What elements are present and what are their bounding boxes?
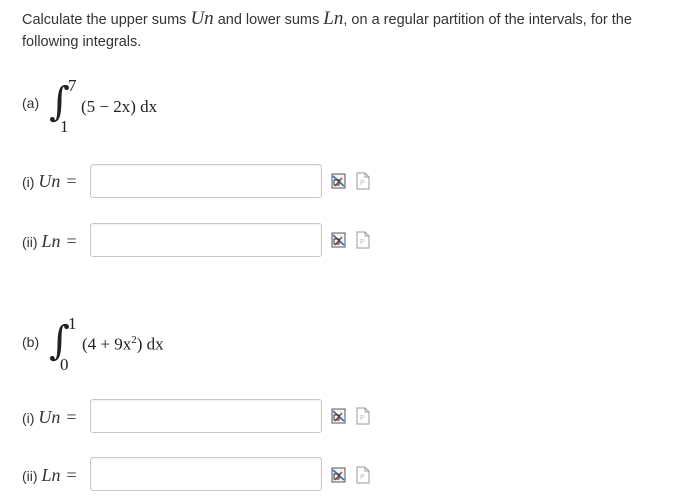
integrand-a: (5 − 2x) dx: [81, 97, 158, 116]
row-var: Un: [38, 407, 61, 427]
row-eq: =: [66, 171, 77, 191]
row-eq: =: [66, 465, 77, 485]
integrand-b: (4 + 9x2) dx: [82, 334, 164, 355]
part-a-label: (a): [22, 95, 40, 111]
row-eq: =: [66, 407, 77, 427]
row-prefix: (ii): [22, 468, 42, 484]
row-a-i-label: (i) Un =: [22, 171, 76, 192]
row-var: Ln: [41, 465, 61, 485]
upper-sum-symbol: Un: [190, 8, 214, 29]
lower-sum-symbol: Ln: [323, 8, 344, 29]
row-prefix: (i): [22, 410, 39, 426]
drawing-tool-icon[interactable]: [331, 407, 347, 425]
lower-limit-a: 1: [60, 117, 69, 136]
row-a-ii-label: (ii) Ln =: [22, 231, 77, 252]
row-b-ii-label: (ii) Ln =: [22, 465, 77, 486]
integral-sign-a: ∫: [49, 79, 70, 125]
answer-input-b-upper[interactable]: [90, 399, 322, 433]
answer-input-b-lower[interactable]: [90, 457, 322, 491]
file-upload-icon[interactable]: P: [355, 407, 371, 425]
row-eq: =: [66, 231, 77, 251]
row-var: Un: [38, 171, 61, 191]
file-upload-icon[interactable]: P: [355, 466, 371, 484]
row-prefix: (i): [22, 174, 39, 190]
answer-input-a-upper[interactable]: [90, 164, 322, 198]
file-upload-icon[interactable]: P: [355, 231, 371, 249]
upper-limit-a: 7: [68, 76, 77, 95]
svg-text:P: P: [360, 180, 365, 187]
integrand-b-close: ) dx: [136, 334, 164, 354]
integrand-b-open: (4 + 9x: [82, 334, 132, 354]
drawing-tool-icon[interactable]: [331, 466, 347, 484]
svg-text:P: P: [360, 239, 365, 246]
intro-middle: and lower sums: [213, 12, 324, 28]
answer-input-a-lower[interactable]: [90, 223, 322, 257]
drawing-tool-icon[interactable]: [331, 172, 347, 190]
intro-prefix: Calculate the upper sums: [22, 12, 191, 28]
drawing-tool-icon[interactable]: [331, 231, 347, 249]
problem-statement: Calculate the upper sums Un and lower su…: [22, 8, 682, 53]
row-b-i-label: (i) Un =: [22, 407, 76, 428]
part-b-label: (b): [22, 334, 40, 350]
row-var: Ln: [41, 231, 61, 251]
row-prefix: (ii): [22, 234, 42, 250]
lower-limit-b: 0: [60, 355, 69, 374]
file-upload-icon[interactable]: P: [355, 172, 371, 190]
svg-text:P: P: [360, 415, 365, 422]
svg-text:P: P: [360, 474, 365, 481]
upper-limit-b: 1: [68, 314, 77, 333]
